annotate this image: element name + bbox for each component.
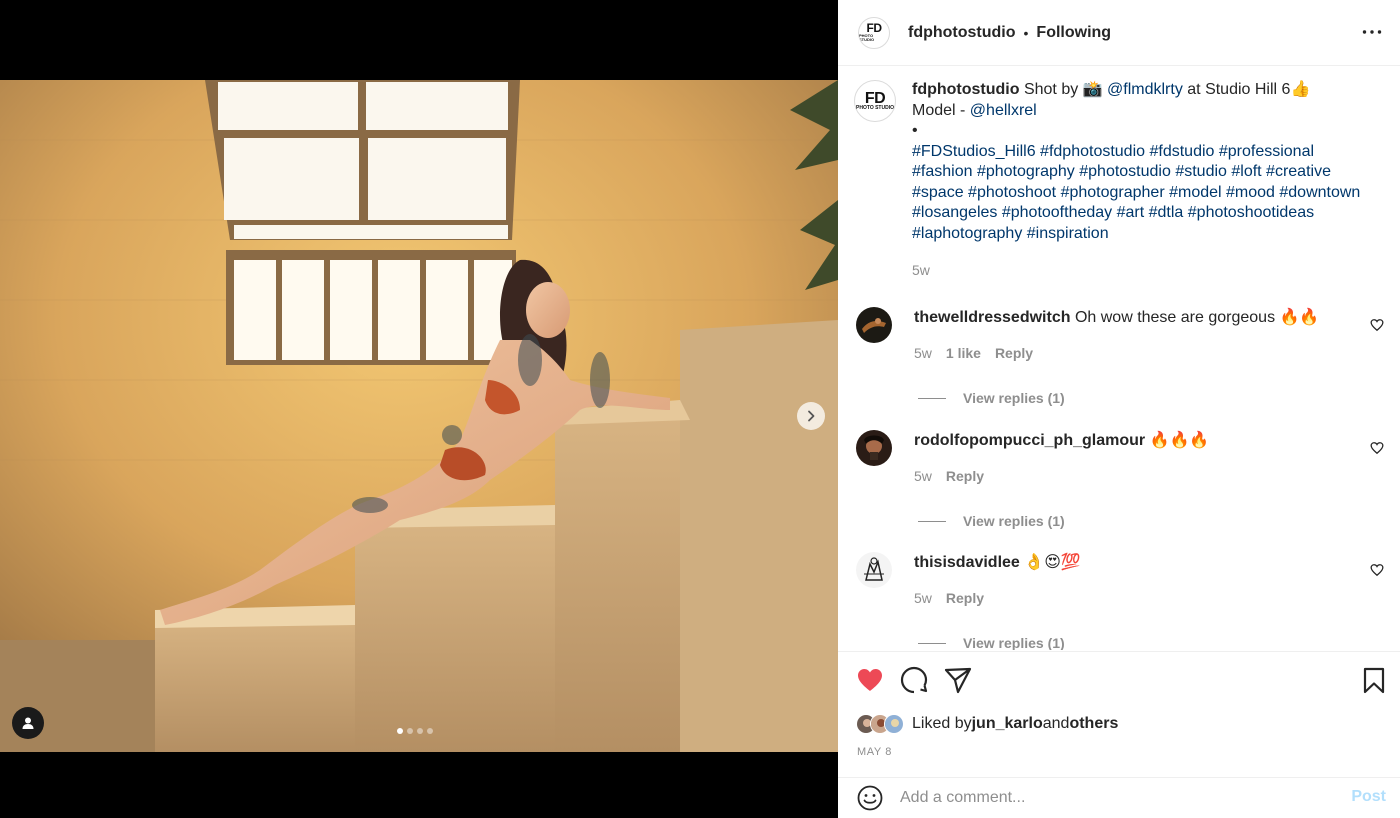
following-button[interactable]: Following: [1036, 24, 1111, 42]
replies-divider: [918, 397, 946, 399]
post-caption: FD PHOTO STUDIO fdphotostudio Shot by 📸 …: [854, 80, 1384, 281]
view-replies-label: View replies (1): [963, 390, 1065, 406]
comment-like-heart-icon[interactable]: [1370, 441, 1384, 455]
mention-link[interactable]: @flmdklrty: [1107, 81, 1183, 98]
liked-by-avatars[interactable]: [856, 714, 904, 734]
comment-item: thisisdavidlee 👌😍💯 5w Reply View replies…: [856, 552, 1386, 650]
comment-like-heart-icon[interactable]: [1370, 318, 1384, 332]
caption-timestamp[interactable]: 5w: [912, 260, 1372, 281]
avatar-logo-subtext: PHOTO STUDIO: [856, 104, 894, 111]
carousel-dot: [407, 728, 413, 734]
caption-part: Model -: [912, 101, 970, 119]
comment-input[interactable]: [900, 789, 1320, 807]
caption-text: fdphotostudio Shot by 📸 @flmdklrty at St…: [912, 80, 1372, 281]
caption-part: at Studio Hill 6👍: [1182, 81, 1311, 98]
mention-link[interactable]: @hellxrel: [970, 102, 1037, 119]
comment-likes[interactable]: 1 like: [946, 345, 981, 361]
add-comment-bar: Post: [838, 777, 1400, 818]
liked-by-others[interactable]: others: [1069, 715, 1118, 733]
comment-message: Oh wow these are gorgeous 🔥🔥: [1070, 309, 1320, 326]
next-slide-button[interactable]: [797, 402, 825, 430]
view-replies-label: View replies (1): [963, 635, 1065, 650]
reply-button[interactable]: Reply: [946, 468, 984, 484]
view-replies-button[interactable]: View replies (1): [918, 513, 1386, 529]
comment-timestamp[interactable]: 5w: [914, 345, 932, 361]
tagged-users-button[interactable]: [12, 707, 44, 739]
liked-by: Liked by jun_karlo and others: [856, 714, 1118, 734]
comment-meta: 5w Reply: [914, 468, 1354, 484]
comment-text: thisisdavidlee 👌😍💯: [914, 552, 1354, 573]
caption-username[interactable]: fdphotostudio: [912, 81, 1020, 98]
header-separator: •: [1023, 24, 1029, 41]
comment-text: rodolfopompucci_ph_glamour 🔥🔥🔥: [914, 430, 1354, 451]
carousel-indicator: [397, 728, 433, 734]
liked-by-middle: and: [1042, 715, 1070, 732]
replies-divider: [918, 520, 946, 522]
liker-avatar: [884, 714, 904, 734]
media-area: [0, 0, 838, 818]
heart-icon[interactable]: [856, 666, 884, 694]
view-replies-button[interactable]: View replies (1): [918, 390, 1386, 406]
commenter-username[interactable]: thewelldressedwitch: [914, 309, 1071, 326]
comment-item: rodolfopompucci_ph_glamour 🔥🔥🔥 5w Reply …: [856, 430, 1386, 529]
bookmark-icon[interactable]: [1360, 666, 1388, 694]
comment-text: thewelldressedwitch Oh wow these are gor…: [914, 307, 1354, 328]
commenter-avatar[interactable]: [856, 307, 892, 343]
post-modal: FD PHOTO STUDIO fdphotostudio • Followin…: [0, 0, 1400, 818]
commenter-avatar[interactable]: [856, 430, 892, 466]
comment-meta: 5w Reply: [914, 590, 1354, 606]
view-replies-label: View replies (1): [963, 513, 1065, 529]
caption-author-avatar[interactable]: FD PHOTO STUDIO: [854, 80, 896, 122]
commenter-username[interactable]: thisisdavidlee: [914, 554, 1020, 571]
studio-photo-image: [0, 80, 838, 752]
chevron-right-icon: [808, 410, 815, 422]
caption-bullet: •: [912, 122, 918, 139]
comment-like-heart-icon[interactable]: [1370, 563, 1384, 577]
more-icon: [1362, 30, 1382, 34]
post-actions-section: Liked by jun_karlo and others MAY 8: [838, 651, 1400, 777]
carousel-dot: [427, 728, 433, 734]
action-bar: [856, 666, 972, 694]
post-photo[interactable]: [0, 80, 838, 752]
replies-divider: [918, 642, 946, 644]
liked-by-user[interactable]: jun_karlo: [972, 715, 1043, 733]
share-icon[interactable]: [944, 666, 972, 694]
comment-icon[interactable]: [900, 666, 928, 694]
avatar-logo-subtext: PHOTO STUDIO: [859, 33, 875, 42]
comment-item: thewelldressedwitch Oh wow these are gor…: [856, 307, 1386, 406]
reply-button[interactable]: Reply: [995, 345, 1033, 361]
author-username[interactable]: fdphotostudio: [908, 24, 1016, 42]
carousel-dot: [417, 728, 423, 734]
carousel-dot: [397, 728, 403, 734]
post-details-panel: FD PHOTO STUDIO fdphotostudio • Followin…: [838, 0, 1400, 818]
avatar-logo-text: FD: [864, 89, 886, 107]
post-header: FD PHOTO STUDIO fdphotostudio • Followin…: [838, 0, 1400, 66]
view-replies-button[interactable]: View replies (1): [918, 635, 1386, 650]
emoji-icon[interactable]: [856, 784, 884, 812]
comment-timestamp[interactable]: 5w: [914, 468, 932, 484]
commenter-username[interactable]: rodolfopompucci_ph_glamour: [914, 432, 1145, 449]
caption-hashtags[interactable]: #FDStudios_Hill6 #fdphotostudio #fdstudi…: [912, 143, 1360, 242]
comment-timestamp[interactable]: 5w: [914, 590, 932, 606]
reply-button[interactable]: Reply: [946, 590, 984, 606]
comments-section[interactable]: FD PHOTO STUDIO fdphotostudio Shot by 📸 …: [838, 66, 1400, 650]
user-tag-icon: [22, 717, 34, 729]
comment-meta: 5w 1 like Reply: [914, 345, 1354, 361]
liked-by-prefix: Liked by: [912, 715, 972, 732]
post-comment-button[interactable]: Post: [1351, 788, 1386, 806]
post-date[interactable]: MAY 8: [857, 746, 892, 758]
commenter-avatar[interactable]: [856, 552, 892, 588]
caption-part: Shot by 📸: [1019, 81, 1108, 98]
author-avatar[interactable]: FD PHOTO STUDIO: [858, 16, 890, 49]
comment-message: 🔥🔥🔥: [1145, 432, 1210, 449]
more-options-button[interactable]: [1358, 20, 1386, 44]
comment-message: 👌😍💯: [1019, 554, 1081, 571]
